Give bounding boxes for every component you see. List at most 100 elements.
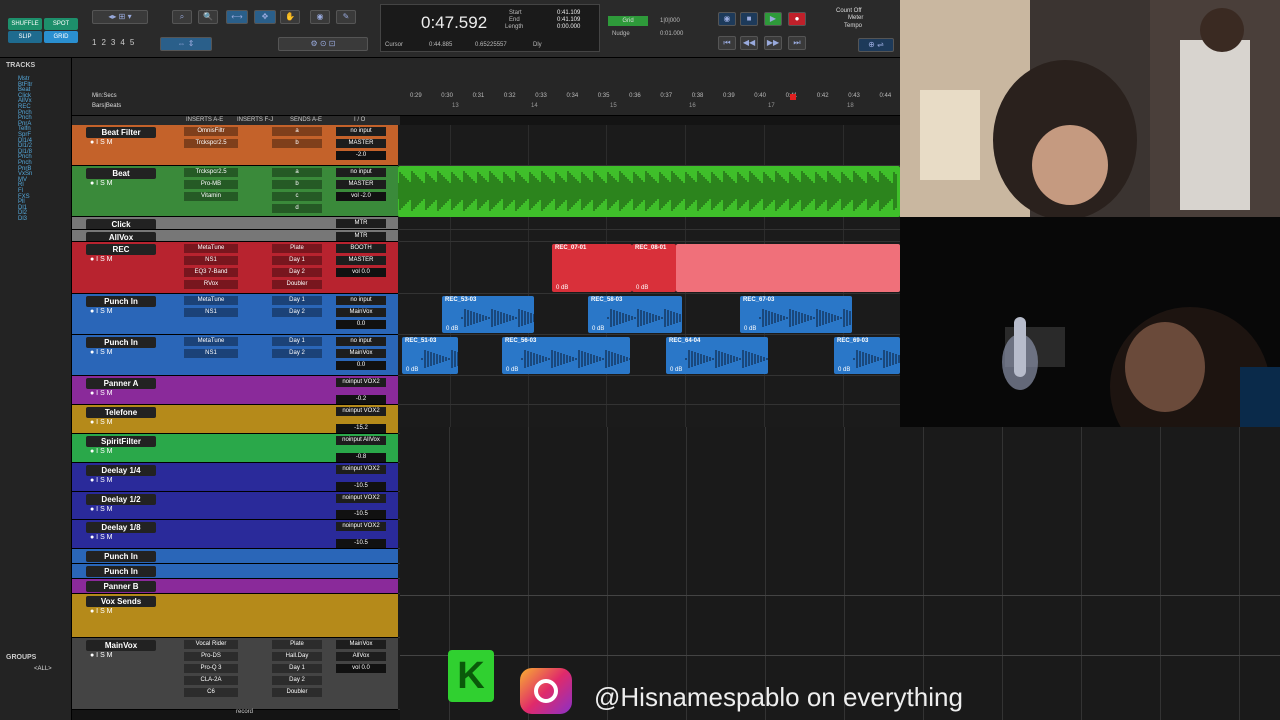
send-slot[interactable]: Day 2 [272,676,322,685]
audio-clip[interactable]: REC_53-03 0 dB [442,296,534,333]
trim-tool-icon[interactable]: ⟷ [226,10,248,24]
send-slot[interactable]: Plate [272,244,322,253]
search-icon[interactable]: 🔍 [198,10,218,24]
insert-slot[interactable]: Pro-MB [184,180,238,189]
track-strip[interactable]: Deelay 1/8 ● I S M noinput VOX2 -10.5 [72,520,398,549]
track-strip[interactable]: Punch In ● I S M MetaTune NS1 Day 1 Day 2 no i… [72,294,398,335]
send-slot[interactable]: Day 1 [272,296,322,305]
io-selector[interactable]: noinput AllVox [336,436,386,445]
track-name[interactable]: AllVox [86,232,156,241]
grid-button[interactable]: Grid [608,16,648,26]
group-all[interactable]: <ALL> [34,666,52,672]
io-selector[interactable]: noinput VOX2 [336,407,386,416]
track-number-buttons[interactable]: 12345 [92,38,139,47]
send-slot[interactable]: Day 1 [272,664,322,673]
track-lane[interactable]: REC_07-01 0 dB REC_08-01 0 dB [398,242,900,294]
insert-slot[interactable]: Vitamin [184,192,238,201]
track-strip[interactable]: Beat Filter ● I S M OmnisFiltr Trckspcr2.5 a… [72,125,398,166]
track-strip[interactable]: Telefone ● I S M noinput VOX2 -15.2 [72,405,398,434]
track-name[interactable]: Panner B [86,581,156,592]
nudge-label[interactable]: Nudge [612,31,630,37]
volume-readout[interactable]: -2.0 [336,151,386,160]
send-slot[interactable]: Doubler [272,280,322,289]
scrubber-tool-icon[interactable]: ◉ [310,10,330,24]
spot-mode-button[interactable]: SPOT [44,18,78,30]
insert-slot[interactable]: MetaTune [184,296,238,305]
track-name[interactable]: Beat Filter [86,127,156,138]
audio-clip[interactable]: REC_67-03 0 dB [740,296,852,333]
rewind-icon[interactable]: ◀◀ [740,36,758,50]
insert-slot[interactable]: C6 [184,688,238,697]
grid-value[interactable]: 1|0|000 [660,18,680,24]
track-name[interactable]: Deelay 1/4 [86,465,156,476]
io-selector[interactable]: MainVox [336,640,386,649]
track-rec-solo-mute-buttons[interactable]: ● I S M [90,349,113,356]
play-icon[interactable]: ▶ [764,12,782,26]
loop-icon[interactable]: ◉ [718,12,736,26]
io-selector[interactable]: no input [336,168,386,177]
send-slot[interactable]: Plate [272,640,322,649]
insert-slot[interactable]: CLA-2A [184,676,238,685]
audio-clip[interactable]: REC_56-03 0 dB [502,337,630,374]
track-name[interactable]: Punch In [86,337,156,348]
track-name[interactable]: Telefone [86,407,156,418]
io-selector[interactable]: no input [336,127,386,136]
send-slot[interactable]: Hall.Day [272,652,322,661]
send-slot[interactable]: Day 2 [272,308,322,317]
send-slot[interactable]: Day 2 [272,349,322,358]
track-name[interactable]: Click [86,219,156,229]
sidebar-track-item[interactable]: Dl3 [18,216,27,222]
timeline-ruler[interactable]: Min:Secs Bars|Beats 0:29 0:30 0:31 0:32 0:33… [72,58,900,116]
midi-buttons[interactable]: ⊕ ⇌ [858,38,894,52]
send-slot[interactable]: Day 1 [272,337,322,346]
end-value[interactable]: 0:41.109 [557,17,580,23]
track-strip[interactable]: Panner B [72,579,398,594]
audio-clip[interactable]: REC_58-03 0 dB [588,296,682,333]
io-selector[interactable]: no input [336,296,386,305]
volume-readout[interactable]: -10.5 [336,482,386,491]
track-name[interactable]: Punch In [86,566,156,577]
track-rec-solo-mute-buttons[interactable]: ● I S M [90,256,113,263]
track-rec-solo-mute-buttons[interactable]: ● I S M [90,308,113,315]
insert-slot[interactable]: MetaTune [184,244,238,253]
send-slot[interactable]: Day 1 [272,256,322,265]
shuffle-mode-button[interactable]: SHUFFLE [8,18,42,30]
recording-region[interactable] [676,244,900,292]
volume-readout[interactable]: vol 0.0 [336,268,386,277]
volume-readout[interactable]: -10.5 [336,539,386,548]
io-selector[interactable]: MASTER [336,256,386,265]
volume-readout[interactable]: 0.0 [336,361,386,370]
track-name[interactable]: Punch In [86,296,156,307]
insert-slot[interactable]: EQ3 7-Band [184,268,238,277]
send-slot[interactable]: Doubler [272,688,322,697]
track-strip[interactable]: Deelay 1/2 ● I S M noinput VOX2 -10.5 [72,492,398,520]
go-to-end-icon[interactable]: ⏭ [788,36,806,50]
audio-clip[interactable]: REC_51-03 0 dB [402,337,458,374]
volume-readout[interactable]: -0.2 [336,395,386,404]
audio-clip[interactable]: REC_08-01 0 dB [632,244,676,292]
volume-readout[interactable]: 0.0 [336,320,386,329]
insert-slot[interactable]: Vocal Rider [184,640,238,649]
track-strip[interactable]: Deelay 1/4 ● I S M noinput VOX2 -10.5 [72,463,398,492]
track-name[interactable]: Punch In [86,551,156,562]
track-rec-solo-mute-buttons[interactable]: ● I S M [90,448,113,455]
io-selector[interactable]: MainVox [336,349,386,358]
zoomer-tool-icon[interactable]: ⌕ [172,10,192,24]
send-slot[interactable]: c [272,192,322,201]
io-selector[interactable]: MASTER [336,180,386,189]
io-selector[interactable]: BOOTH [336,244,386,253]
insert-slot[interactable]: OmnisFiltr [184,127,238,136]
insert-slot[interactable]: Trckspcr2.5 [184,168,238,177]
stop-icon[interactable]: ■ [740,12,758,26]
pencil-tool-icon[interactable]: ✎ [336,10,356,24]
send-slot[interactable]: b [272,139,322,148]
track-strip[interactable]: Punch In [72,549,398,564]
insert-slot[interactable]: RVox [184,280,238,289]
playhead-marker[interactable] [790,94,796,100]
track-lane[interactable]: REC_51-03 0 dB REC_56-03 0 dB REC_64-04 0 dB R… [398,335,900,376]
track-name[interactable]: Panner A [86,378,156,389]
volume-readout[interactable]: -0.8 [336,453,386,462]
track-strip[interactable]: Click MTR [72,217,398,230]
track-strip[interactable]: MainVox ● I S M Vocal Rider Pro-DS Pro-Q 3 CL… [72,638,398,710]
beat-audio-clip[interactable] [398,166,900,217]
